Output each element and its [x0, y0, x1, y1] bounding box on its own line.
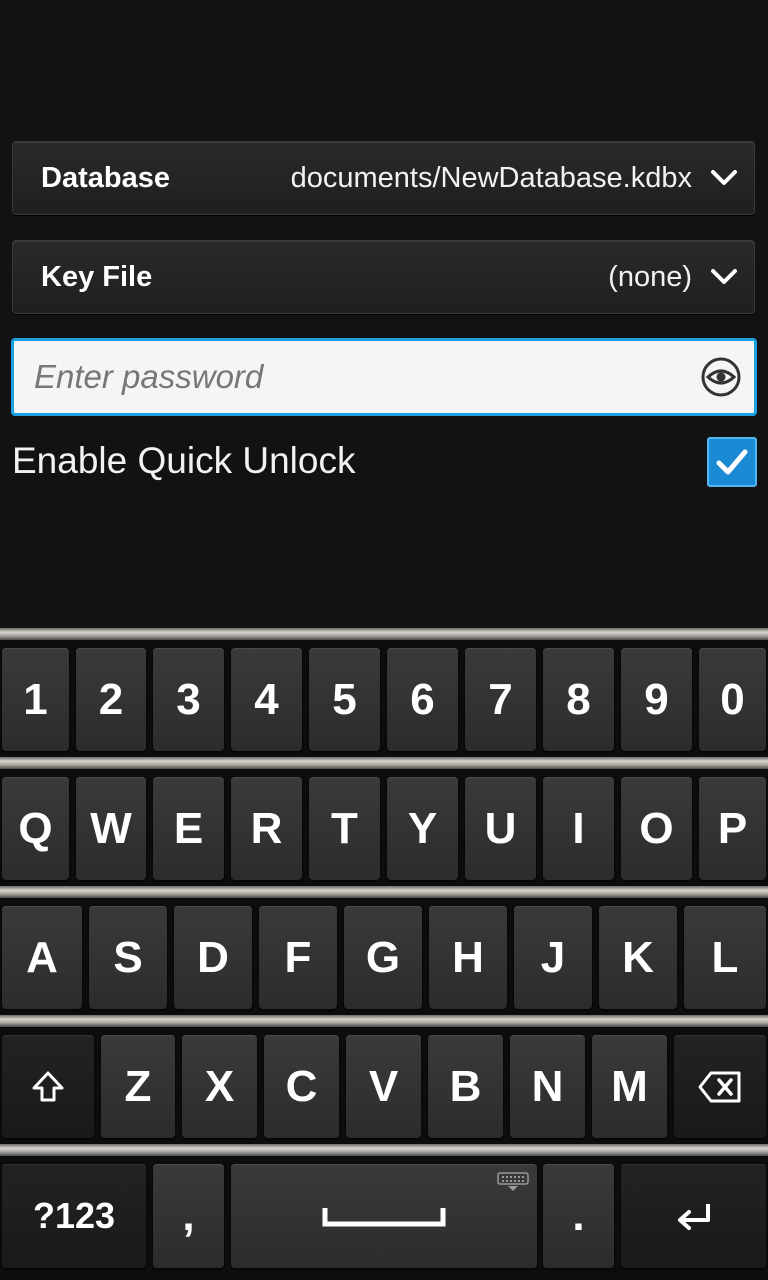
- shift-icon: [32, 1071, 64, 1101]
- backspace-icon: [698, 1071, 741, 1102]
- comma-key[interactable]: ,: [153, 1164, 224, 1268]
- key-0[interactable]: 0: [699, 648, 766, 751]
- chevron-down-icon: [710, 263, 738, 291]
- virtual-keyboard: 1 2 3 4 5 6 7 8 9 0 Q W E R T Y U I O P …: [0, 628, 768, 1280]
- space-icon: [322, 1208, 446, 1227]
- key-z[interactable]: Z: [101, 1035, 175, 1138]
- key-b[interactable]: B: [428, 1035, 503, 1138]
- period-key[interactable]: .: [543, 1164, 614, 1268]
- key-m[interactable]: M: [592, 1035, 667, 1138]
- database-value: documents/NewDatabase.kdbx: [290, 161, 692, 194]
- password-field[interactable]: [11, 338, 757, 416]
- keyfile-label: Key File: [41, 260, 153, 293]
- key-l[interactable]: L: [684, 906, 766, 1009]
- key-i[interactable]: I: [543, 777, 614, 880]
- keyboard-divider: [0, 1144, 768, 1156]
- key-r[interactable]: R: [231, 777, 302, 880]
- key-c[interactable]: C: [264, 1035, 339, 1138]
- shift-key[interactable]: [2, 1035, 94, 1138]
- keyfile-selector[interactable]: Key File (none): [12, 240, 755, 314]
- database-selector[interactable]: Database documents/NewDatabase.kdbx: [12, 141, 755, 215]
- quick-unlock-checkbox[interactable]: [707, 437, 757, 487]
- key-8[interactable]: 8: [543, 648, 614, 751]
- quick-unlock-label: Enable Quick Unlock: [12, 440, 356, 481]
- key-u[interactable]: U: [465, 777, 536, 880]
- key-2[interactable]: 2: [76, 648, 146, 751]
- enter-icon: [677, 1204, 710, 1230]
- key-v[interactable]: V: [346, 1035, 421, 1138]
- key-4[interactable]: 4: [231, 648, 302, 751]
- keyboard-icon: [497, 1172, 529, 1191]
- symbols-key[interactable]: ?123: [2, 1164, 146, 1268]
- keyboard-divider: [0, 628, 768, 640]
- key-6[interactable]: 6: [387, 648, 458, 751]
- key-y[interactable]: Y: [387, 777, 458, 880]
- key-h[interactable]: H: [429, 906, 507, 1009]
- key-d[interactable]: D: [174, 906, 252, 1009]
- chevron-down-icon: [710, 164, 738, 192]
- key-w[interactable]: W: [76, 777, 146, 880]
- key-1[interactable]: 1: [2, 648, 69, 751]
- keyboard-divider: [0, 1015, 768, 1027]
- key-k[interactable]: K: [599, 906, 677, 1009]
- key-j[interactable]: J: [514, 906, 592, 1009]
- keyfile-value: (none): [608, 260, 692, 293]
- key-n[interactable]: N: [510, 1035, 585, 1138]
- keyboard-divider: [0, 757, 768, 769]
- enter-key[interactable]: [621, 1164, 766, 1268]
- key-9[interactable]: 9: [621, 648, 692, 751]
- key-e[interactable]: E: [153, 777, 224, 880]
- key-x[interactable]: X: [182, 1035, 257, 1138]
- key-t[interactable]: T: [309, 777, 380, 880]
- checkmark-icon: [716, 449, 748, 475]
- key-7[interactable]: 7: [465, 648, 536, 751]
- database-label: Database: [41, 161, 170, 194]
- key-o[interactable]: O: [621, 777, 692, 880]
- key-g[interactable]: G: [344, 906, 422, 1009]
- space-key[interactable]: [231, 1164, 537, 1268]
- key-f[interactable]: F: [259, 906, 337, 1009]
- key-a[interactable]: A: [2, 906, 82, 1009]
- key-3[interactable]: 3: [153, 648, 224, 751]
- key-5[interactable]: 5: [309, 648, 380, 751]
- backspace-key[interactable]: [674, 1035, 766, 1138]
- eye-icon[interactable]: [700, 356, 742, 398]
- keyboard-divider: [0, 886, 768, 898]
- key-q[interactable]: Q: [2, 777, 69, 880]
- key-s[interactable]: S: [89, 906, 167, 1009]
- key-p[interactable]: P: [699, 777, 766, 880]
- password-input[interactable]: [32, 357, 700, 397]
